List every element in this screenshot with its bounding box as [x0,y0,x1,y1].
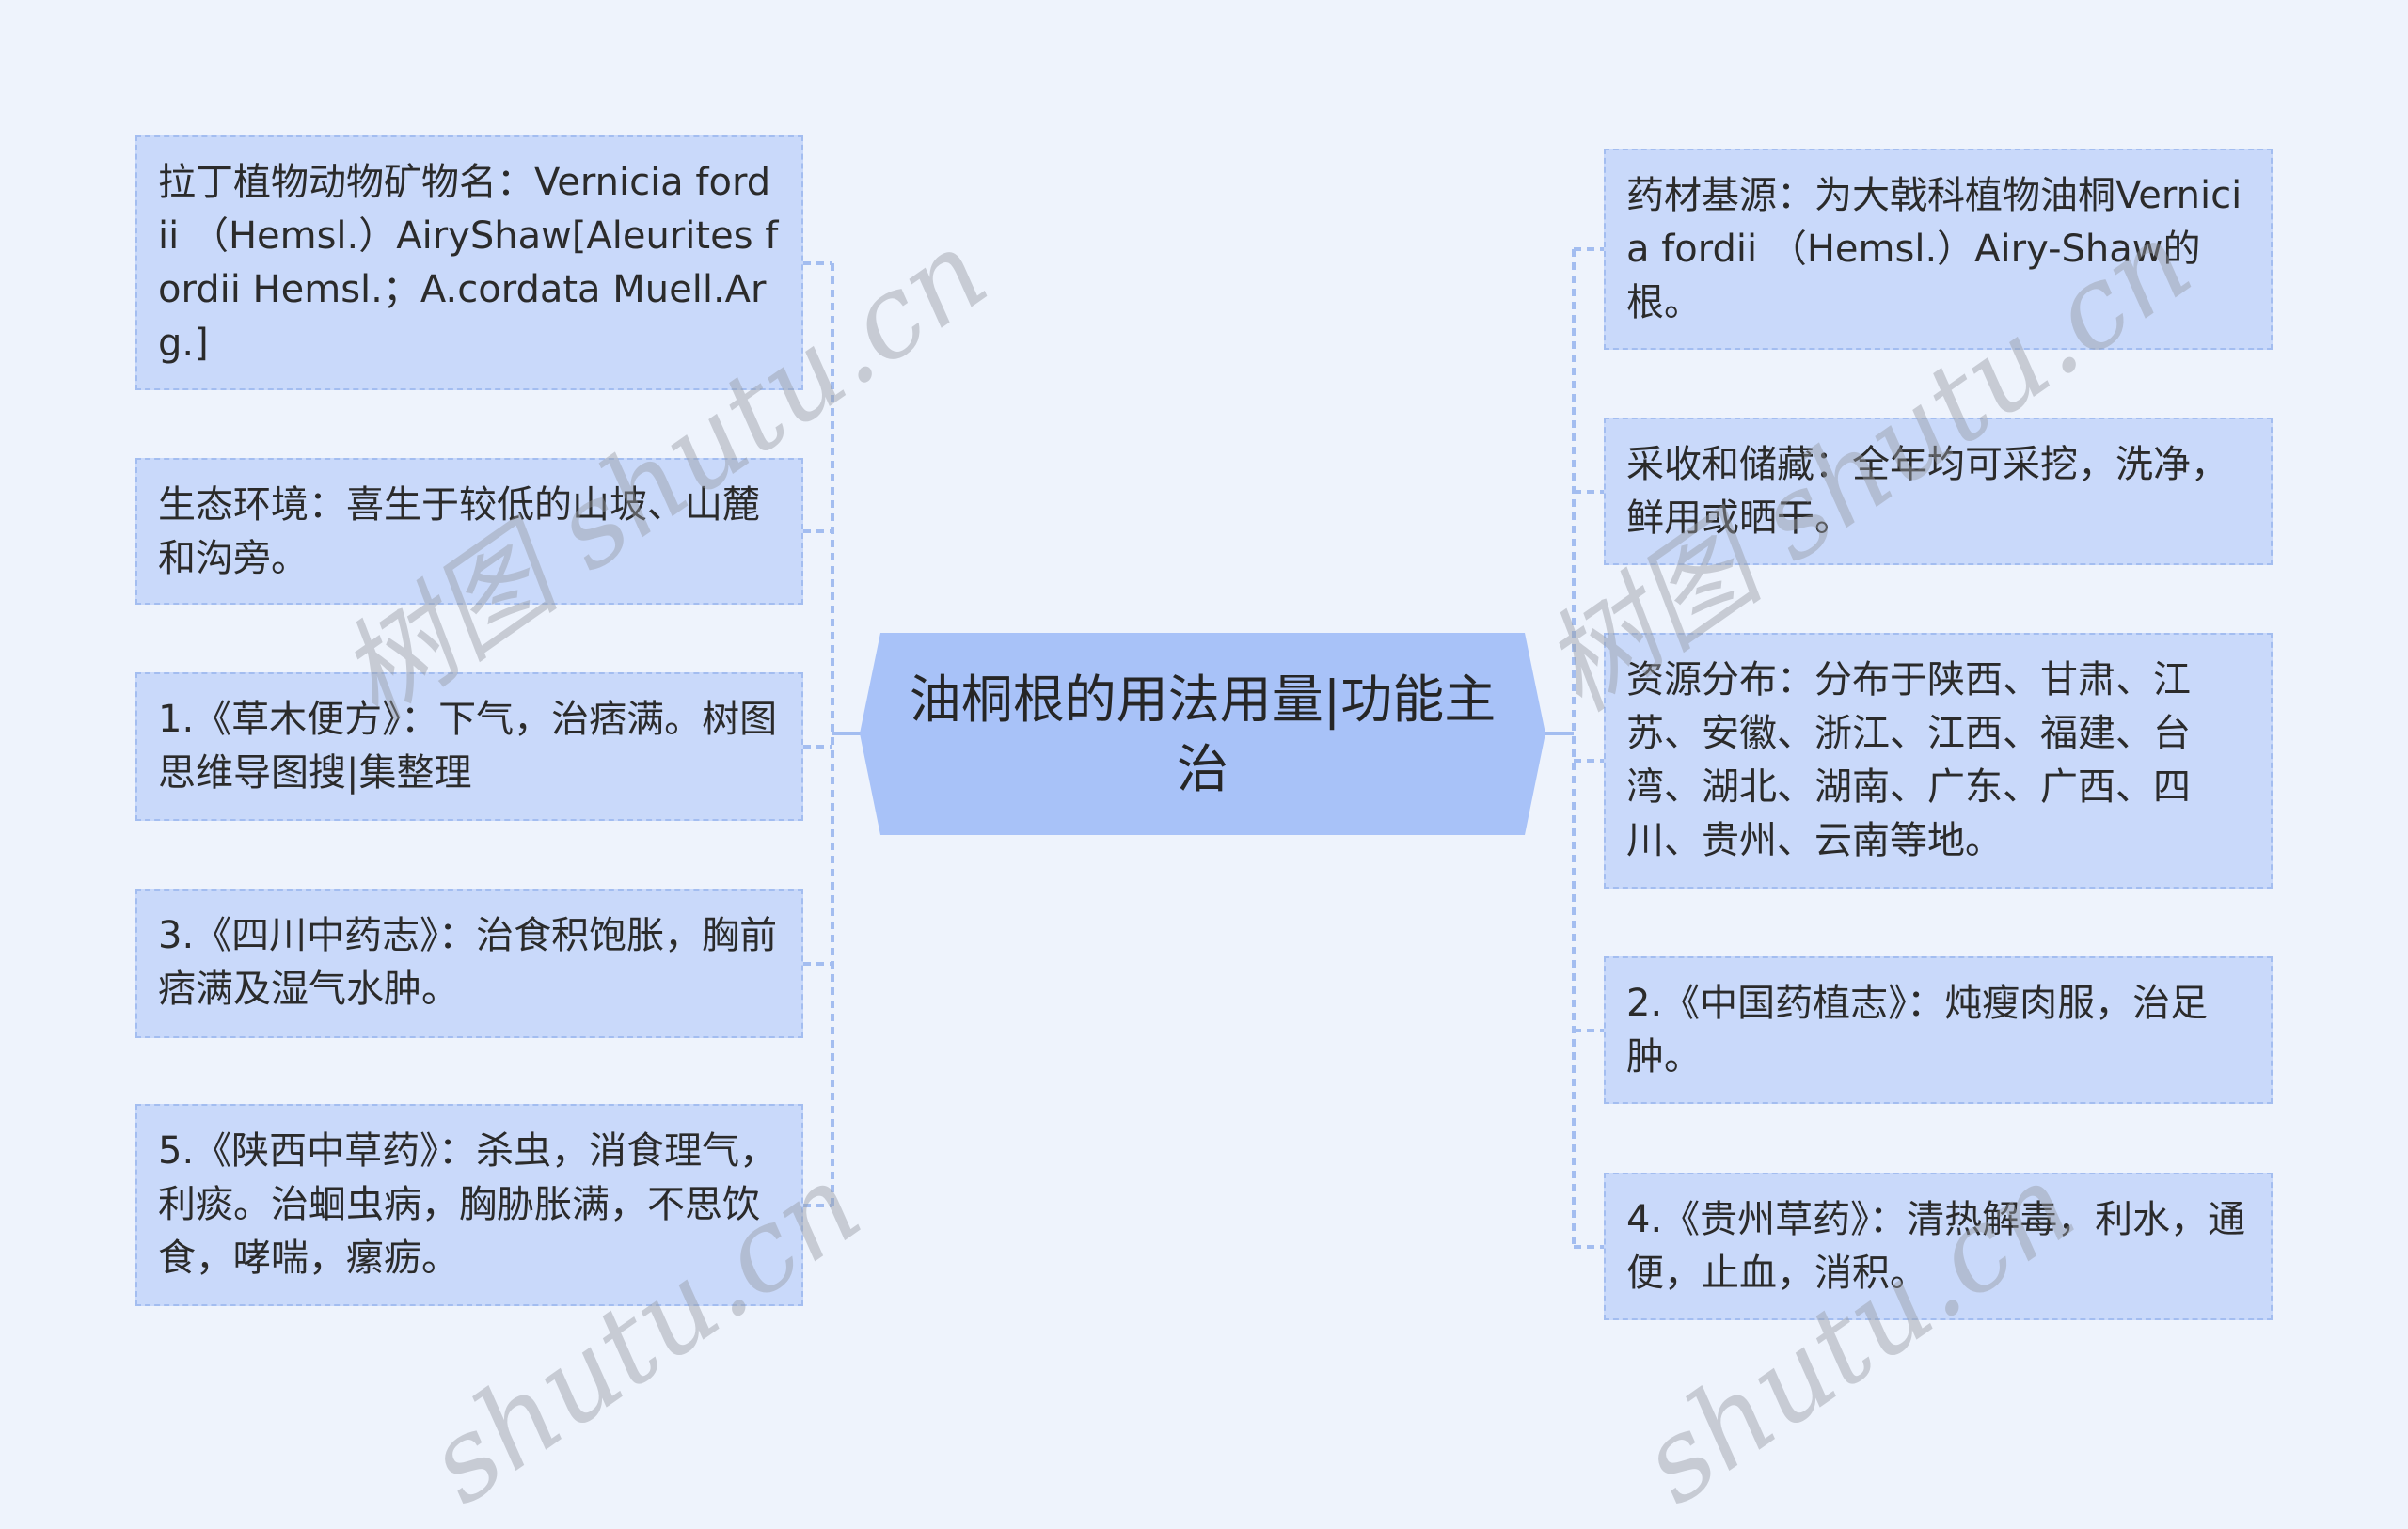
right-node-guizhou-caoyao[interactable]: 4.《贵州草药》：清热解毒，利水，通便，止血，消积。 [1604,1173,2273,1320]
node-text: 1.《草木便方》：下气，治痞满。树图思维导图搜|集整理 [158,698,778,795]
left-node-latin-name[interactable]: 拉丁植物动物矿物名：Vernicia fordii （Hemsl.）AirySh… [135,135,803,390]
node-text: 药材基源：为大戟科植物油桐Vernicia fordii （Hemsl.）Air… [1626,174,2242,324]
mind-map-canvas: 拉丁植物动物矿物名：Vernicia fordii （Hemsl.）AirySh… [0,0,2408,1529]
node-text: 5.《陕西中草药》：杀虫，消食理气，利痰。治蛔虫病，胸胁胀满，不思饮食，哮喘，瘰… [158,1129,778,1280]
central-topic[interactable]: 油桐根的用法用量|功能主治 [860,633,1545,835]
node-text: 拉丁植物动物矿物名：Vernicia fordii （Hemsl.）AirySh… [158,161,779,365]
right-node-distribution[interactable]: 资源分布：分布于陕西、甘肃、江苏、安徽、浙江、江西、福建、台湾、湖北、湖南、广东… [1604,633,2273,889]
right-node-harvest-storage[interactable]: 采收和储藏：全年均可采挖，洗净，鲜用或晒干。 [1604,418,2273,565]
node-text: 资源分布：分布于陕西、甘肃、江苏、安徽、浙江、江西、福建、台湾、湖北、湖南、广东… [1626,658,2191,862]
central-topic-title: 油桐根的用法用量|功能主治 [909,669,1497,799]
node-text: 生态环境：喜生于较低的山坡、山麓和沟旁。 [158,483,760,580]
right-node-zhongguo-yaozhizhi[interactable]: 2.《中国药植志》：炖瘦肉服，治足肿。 [1604,956,2273,1104]
left-node-caomu-bianfang[interactable]: 1.《草木便方》：下气，治痞满。树图思维导图搜|集整理 [135,672,803,821]
left-node-shaanxi-zhongcaoyao[interactable]: 5.《陕西中草药》：杀虫，消食理气，利痰。治蛔虫病，胸胁胀满，不思饮食，哮喘，瘰… [135,1104,803,1306]
node-text: 4.《贵州草药》：清热解毒，利水，通便，止血，消积。 [1626,1198,2246,1295]
node-text: 采收和储藏：全年均可采挖，洗净，鲜用或晒干。 [1626,443,2228,540]
node-text: 3.《四川中药志》：治食积饱胀，胸前痞满及湿气水肿。 [158,914,778,1011]
left-node-sichuan-zhongyaozhi[interactable]: 3.《四川中药志》：治食积饱胀，胸前痞满及湿气水肿。 [135,889,803,1038]
left-node-habitat[interactable]: 生态环境：喜生于较低的山坡、山麓和沟旁。 [135,458,803,605]
node-text: 2.《中国药植志》：炖瘦肉服，治足肿。 [1626,982,2209,1079]
right-node-source[interactable]: 药材基源：为大戟科植物油桐Vernicia fordii （Hemsl.）Air… [1604,149,2273,350]
